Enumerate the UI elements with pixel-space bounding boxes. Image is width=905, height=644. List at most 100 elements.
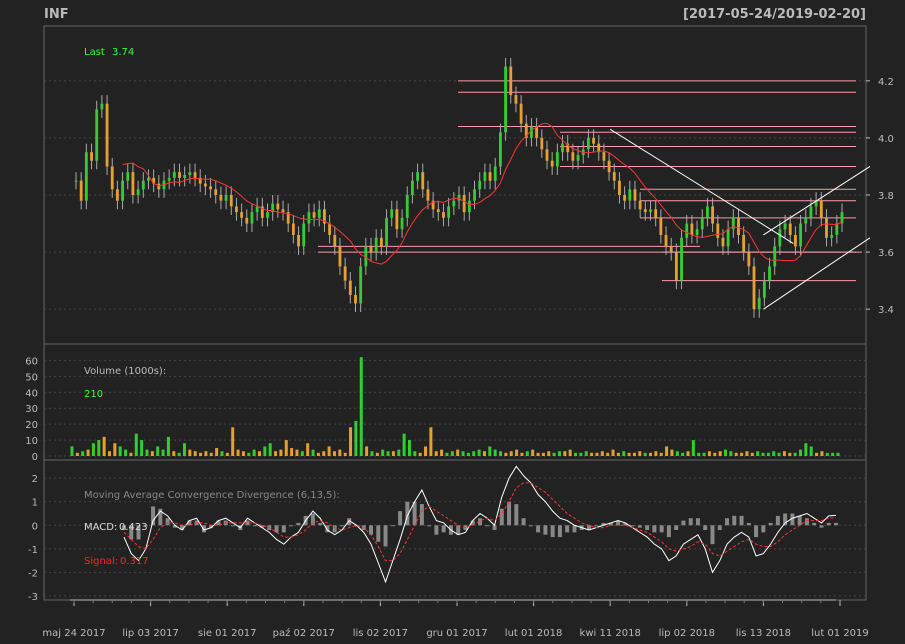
- macd-histogram-bar: [536, 525, 541, 533]
- candle-body: [214, 189, 218, 195]
- candle-body: [328, 223, 332, 235]
- candle-body: [405, 194, 409, 218]
- macd-histogram-bar: [572, 525, 577, 533]
- candle-body: [421, 172, 425, 190]
- volume-bar: [552, 452, 556, 456]
- macd-histogram-bar: [710, 525, 715, 545]
- candle-body: [90, 152, 93, 161]
- volume-bar: [220, 451, 224, 456]
- macd-histogram-bar: [775, 515, 780, 526]
- volume-bar: [418, 452, 422, 456]
- volume-bar: [456, 449, 460, 456]
- volume-bar: [820, 451, 824, 456]
- macd-histogram-bar: [565, 525, 570, 533]
- volume-bar: [788, 452, 792, 456]
- macd-histogram-bar: [695, 518, 700, 526]
- candle-body: [711, 206, 715, 224]
- volume-bar: [761, 452, 765, 456]
- volume-bar: [91, 443, 95, 456]
- price-tick-label: 3.8: [878, 191, 894, 202]
- macd-histogram-bar: [376, 525, 381, 542]
- volume-bar: [702, 452, 706, 456]
- candle-body: [183, 175, 187, 178]
- volume-tick-label: 30: [25, 404, 38, 415]
- volume-bar: [386, 451, 390, 456]
- macd-histogram-bar: [666, 525, 671, 538]
- macd-histogram-bar: [761, 525, 766, 533]
- candle-body: [473, 189, 476, 201]
- candle-body: [685, 223, 689, 238]
- macd-histogram-bar: [390, 525, 395, 527]
- volume-bar: [772, 451, 776, 456]
- macd-histogram-bar: [383, 525, 388, 547]
- volume-bar: [338, 449, 342, 456]
- candle-body: [131, 172, 135, 195]
- x-tick-label: sie 01 2017: [198, 628, 257, 639]
- macd-histogram-bar: [732, 515, 737, 526]
- candle-body: [498, 132, 502, 167]
- macd-histogram-bar: [739, 515, 744, 526]
- candle-body: [141, 180, 145, 190]
- candle-body: [95, 109, 99, 161]
- macd-histogram-bar: [296, 522, 301, 526]
- candle-body: [317, 209, 321, 218]
- candle-body: [343, 266, 347, 281]
- candles-layer: [74, 57, 844, 318]
- candle-body: [623, 194, 627, 201]
- candle-body: [773, 246, 777, 267]
- macd-histogram-bar: [703, 525, 708, 530]
- macd-histogram-bar: [230, 525, 235, 527]
- candle-body: [400, 217, 404, 230]
- macd-histogram-bar: [332, 525, 337, 533]
- candle-body: [121, 180, 125, 201]
- volume-bar: [124, 449, 128, 456]
- moving-average-line: [122, 122, 843, 265]
- candle-body: [669, 246, 673, 253]
- macd-histogram-bar: [318, 522, 323, 526]
- candle-body: [354, 294, 357, 304]
- volume-bar: [236, 449, 240, 456]
- x-tick-label: lip 03 2017: [122, 628, 178, 639]
- volume-bar: [697, 452, 701, 456]
- x-tick-label: paź 02 2017: [273, 627, 335, 639]
- volume-bar: [729, 451, 733, 456]
- macd-histogram-bar: [201, 525, 206, 533]
- macd-histogram-bar: [681, 520, 686, 526]
- volume-bar: [257, 451, 261, 456]
- volume-bar: [193, 451, 197, 456]
- candle-body: [442, 212, 445, 218]
- volume-bar: [107, 451, 111, 456]
- candle-body: [716, 223, 720, 238]
- macd-histogram-bar: [507, 501, 512, 526]
- candle-body: [576, 155, 580, 161]
- volume-bar: [734, 452, 738, 456]
- volume-bar: [600, 451, 604, 456]
- candle-body: [276, 203, 280, 210]
- candle-body: [586, 137, 590, 150]
- volume-bar: [75, 452, 79, 456]
- candle-body: [338, 246, 342, 267]
- volume-bar: [354, 420, 358, 456]
- candle-body: [799, 223, 803, 247]
- volume-bar: [215, 448, 219, 456]
- candle-body: [638, 200, 642, 210]
- price-tick-label: 3.4: [878, 305, 894, 316]
- macd-legend-label: MACD:: [84, 522, 117, 533]
- macd-histogram-bar: [804, 518, 809, 526]
- volume-bar: [150, 451, 154, 456]
- volume-bar: [525, 451, 529, 456]
- volume-bar: [343, 452, 347, 456]
- macd-histogram-bar: [427, 525, 432, 527]
- candle-body: [504, 66, 508, 133]
- volume-tick-label: 60: [25, 356, 38, 367]
- volume-bar: [632, 452, 636, 456]
- volume-bar: [225, 452, 229, 456]
- candle-body: [157, 183, 161, 190]
- candle-body: [561, 143, 564, 153]
- candle-body: [193, 172, 197, 178]
- macd-histogram-bar: [557, 525, 562, 538]
- volume-bar: [627, 452, 631, 456]
- candle-body: [509, 66, 513, 96]
- macd-histogram-bar: [550, 525, 555, 538]
- price-tick-label: 4.2: [878, 77, 894, 88]
